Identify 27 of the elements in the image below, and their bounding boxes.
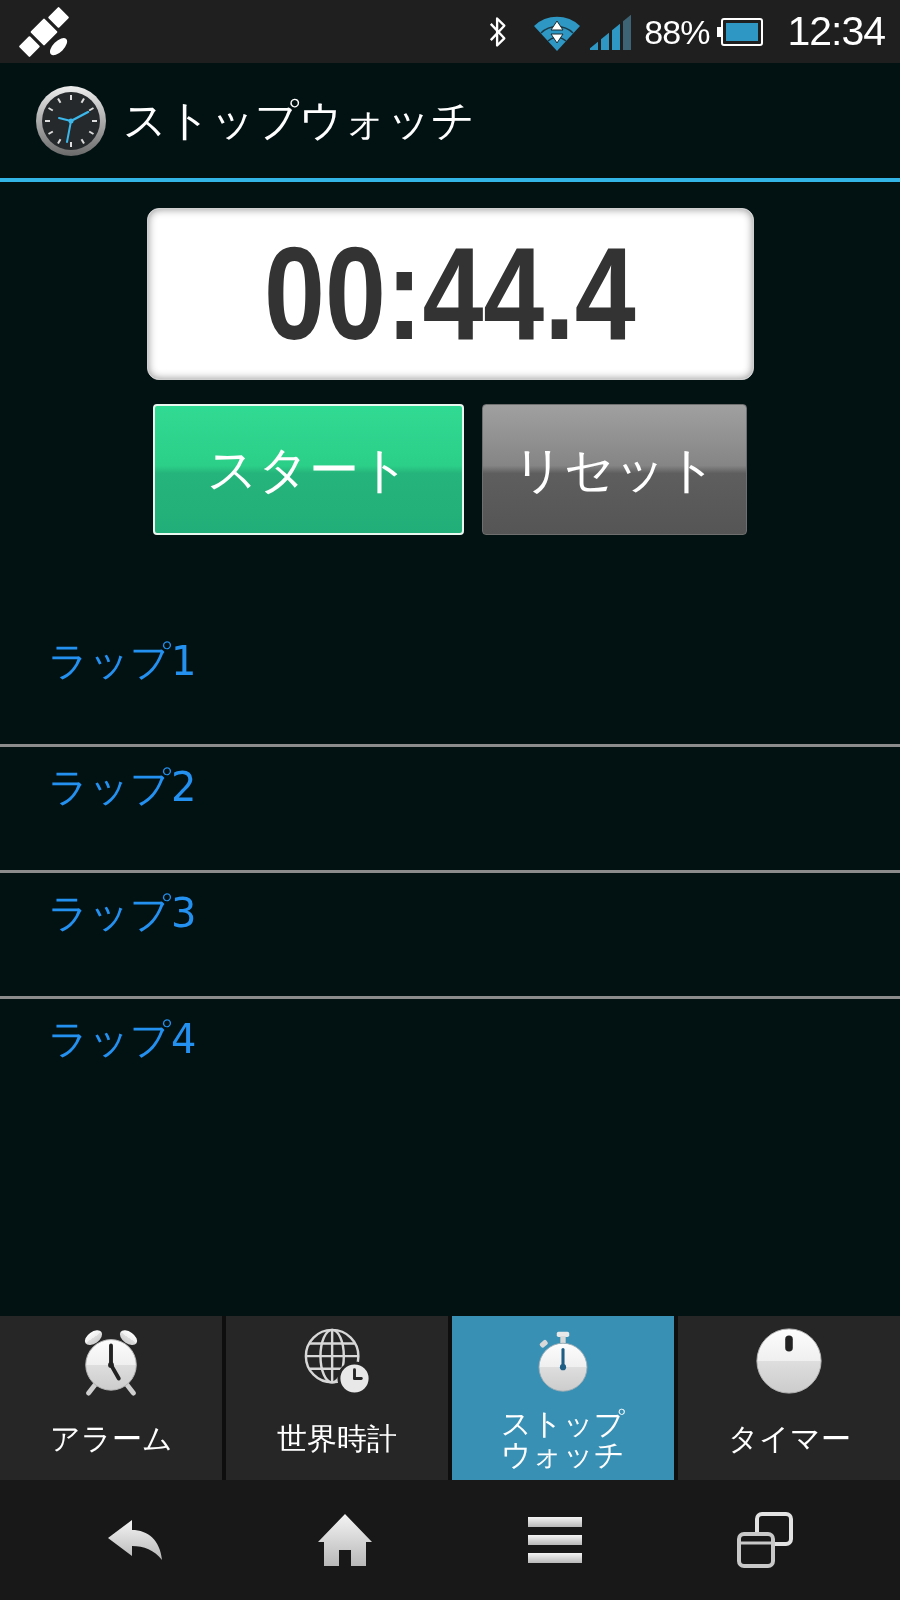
recent-apps-button[interactable]	[737, 1512, 793, 1568]
lap-label: ラップ2	[48, 764, 197, 810]
lap-label: ラップ3	[48, 890, 197, 936]
battery-icon	[717, 17, 764, 46]
alarm-tab[interactable]: アラーム	[0, 1316, 222, 1480]
world-clock-tab[interactable]: 世界時計	[226, 1316, 448, 1480]
back-button[interactable]	[108, 1518, 162, 1562]
lap-label: ラップ4	[48, 1016, 197, 1062]
clock-icon	[35, 84, 107, 157]
menu-button[interactable]	[528, 1517, 582, 1563]
timer-tab[interactable]: タイマー	[678, 1316, 900, 1480]
battery-percent: 88%	[644, 14, 710, 49]
satellite-icon	[18, 5, 70, 58]
timer-icon	[755, 1327, 823, 1395]
home-icon	[318, 1514, 372, 1566]
recent-apps-icon	[737, 1512, 793, 1568]
stopwatch-tab[interactable]: ストップウォッチ	[452, 1316, 674, 1480]
elapsed-time: 00:44.4	[264, 228, 636, 360]
menu-icon	[528, 1517, 582, 1563]
reset-button[interactable]: リセット	[482, 404, 747, 535]
globe-clock-icon	[302, 1326, 372, 1396]
app-title: ストップウォッチ	[123, 99, 475, 142]
back-icon	[108, 1518, 162, 1562]
lap-label: ラップ1	[48, 638, 197, 684]
home-button[interactable]	[318, 1514, 372, 1566]
signal-icon	[588, 13, 633, 50]
clock-time: 12:34	[787, 11, 885, 52]
